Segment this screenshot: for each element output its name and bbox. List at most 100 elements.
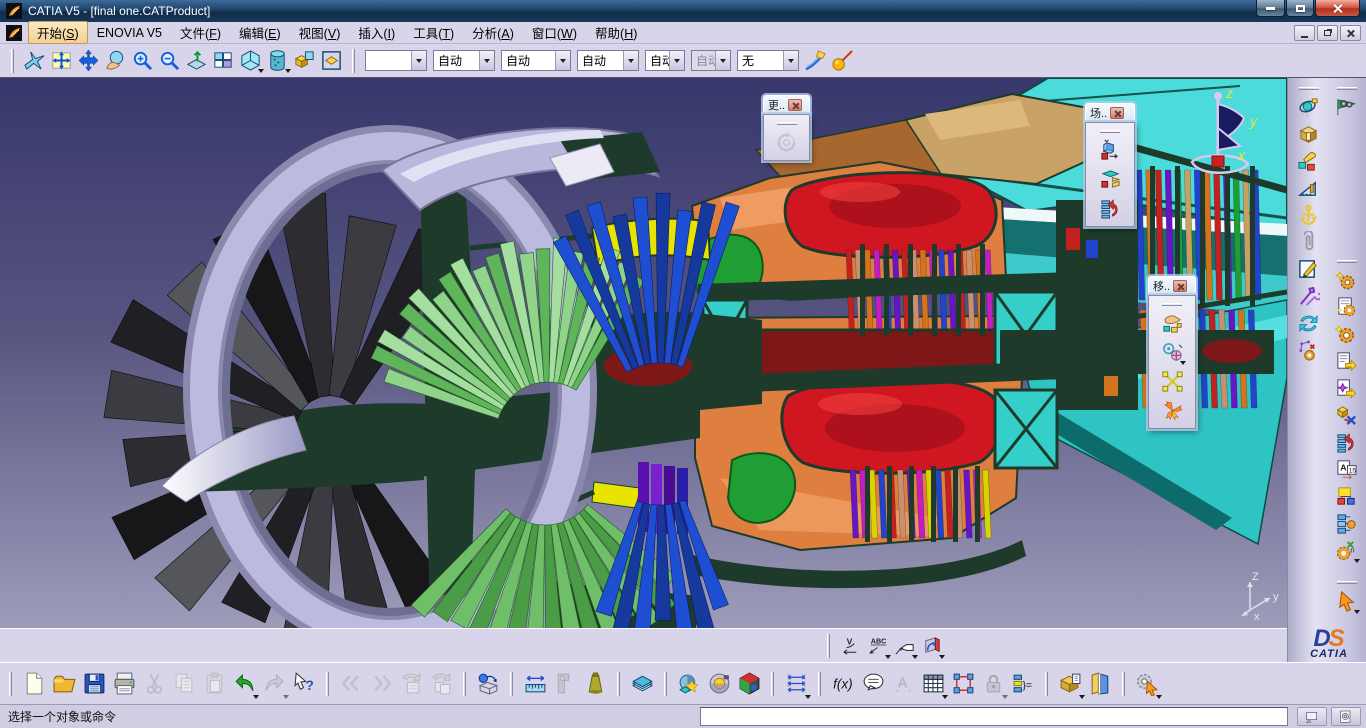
rotate-button[interactable] xyxy=(102,47,129,74)
power-input-button[interactable] xyxy=(1331,707,1361,726)
render-material-button[interactable] xyxy=(734,668,764,700)
tools-button[interactable] xyxy=(1295,283,1322,310)
lock-button[interactable] xyxy=(978,668,1008,700)
save-button[interactable] xyxy=(79,668,109,700)
diagram-button[interactable] xyxy=(948,668,978,700)
toolbar-grip[interactable] xyxy=(1299,87,1319,90)
move-toolbar-title[interactable]: 移.. xyxy=(1148,276,1196,295)
manipulation-button[interactable] xyxy=(1159,310,1186,337)
hide-show-button[interactable] xyxy=(291,47,318,74)
view-compass[interactable]: z y x xyxy=(1178,84,1268,184)
gears-flag-button[interactable] xyxy=(1333,94,1360,121)
scenes-toolbar-title[interactable]: 场.. xyxy=(1085,103,1135,122)
option-combo[interactable]: 自动 xyxy=(433,50,495,71)
option-combo[interactable]: 自动 xyxy=(501,50,571,71)
sectioning-button[interactable] xyxy=(918,633,945,660)
text-note-button[interactable]: ABC xyxy=(864,633,891,660)
gear-xn-button[interactable]: n xyxy=(1333,537,1360,564)
toolbar-grip[interactable] xyxy=(9,672,12,696)
toolbar-grip[interactable] xyxy=(1337,87,1357,90)
move-toolbar[interactable]: 移.. xyxy=(1148,276,1196,429)
dropdown-arrow-icon[interactable] xyxy=(805,695,811,699)
pan-button[interactable] xyxy=(75,47,102,74)
toolbar-grip[interactable] xyxy=(1045,672,1048,696)
command-input[interactable] xyxy=(700,707,1288,726)
copy-button[interactable] xyxy=(169,668,199,700)
close-button[interactable] xyxy=(1315,0,1360,17)
doc-restore-button[interactable] xyxy=(1317,25,1338,41)
option-combo[interactable]: 自动 xyxy=(691,50,731,71)
layers-button[interactable] xyxy=(627,668,657,700)
insert-existing-button[interactable] xyxy=(473,668,503,700)
toolbar-grip[interactable] xyxy=(664,672,667,696)
smart-move-button[interactable] xyxy=(1159,368,1186,395)
fly-mode-button[interactable] xyxy=(21,47,48,74)
option-combo[interactable]: 无 xyxy=(737,50,799,71)
menu-window[interactable]: 窗口(W) xyxy=(523,21,586,44)
catalog-button[interactable] xyxy=(1055,668,1085,700)
anchor-button[interactable] xyxy=(1295,202,1322,229)
menu-help[interactable]: 帮助(H) xyxy=(586,21,646,44)
update-toolbar[interactable]: 更.. xyxy=(763,95,810,161)
measure-between-button[interactable] xyxy=(520,668,550,700)
menu-enovia[interactable]: ENOVIA V5 xyxy=(88,24,171,42)
forward-button[interactable] xyxy=(366,668,396,700)
zoom-in-button[interactable] xyxy=(129,47,156,74)
measure-item-button[interactable] xyxy=(550,668,580,700)
new-document-button[interactable] xyxy=(19,668,49,700)
dropdown-arrow-icon[interactable] xyxy=(939,655,945,659)
chevron-down-icon[interactable] xyxy=(555,51,570,70)
toolbar-grip[interactable] xyxy=(1337,260,1357,263)
dropdown-arrow-icon[interactable] xyxy=(1354,610,1360,614)
update-toolbar-title[interactable]: 更.. xyxy=(763,95,810,114)
design-table-button[interactable] xyxy=(918,668,948,700)
wizard-button[interactable] xyxy=(829,47,856,74)
back-button[interactable] xyxy=(336,668,366,700)
scenes-toolbar[interactable]: 场.. xyxy=(1085,103,1135,227)
delete-component-button[interactable] xyxy=(1333,402,1360,429)
constraints-button[interactable] xyxy=(781,668,811,700)
doc-minimize-button[interactable] xyxy=(1294,25,1315,41)
option-combo[interactable]: 自动 xyxy=(645,50,685,71)
tool-blocks-button[interactable] xyxy=(1295,148,1322,175)
chart-org-button[interactable] xyxy=(1333,483,1360,510)
toolbar-grip[interactable] xyxy=(1122,672,1125,696)
reorder-list-button[interactable] xyxy=(1097,195,1124,222)
menu-start[interactable]: 开始(S) xyxy=(28,21,88,44)
shading-button[interactable] xyxy=(264,47,291,74)
close-button[interactable] xyxy=(788,99,802,111)
paste-view-button[interactable] xyxy=(426,668,456,700)
menu-edit[interactable]: 编辑(E) xyxy=(230,21,290,44)
zoom-out-button[interactable] xyxy=(156,47,183,74)
toolbar-grip[interactable] xyxy=(771,672,774,696)
undo-button[interactable] xyxy=(229,668,259,700)
fly-tool-button[interactable] xyxy=(1295,94,1322,121)
toolbar-grip[interactable] xyxy=(1337,581,1357,584)
formula-button[interactable]: f(x) xyxy=(828,668,858,700)
menu-insert[interactable]: 插入(I) xyxy=(349,21,404,44)
chevron-down-icon[interactable] xyxy=(669,51,684,70)
chevron-down-icon[interactable] xyxy=(715,51,730,70)
redo-button[interactable] xyxy=(259,668,289,700)
toolbar-grip[interactable] xyxy=(11,49,14,73)
open-button[interactable] xyxy=(49,668,79,700)
swap-visible-button[interactable] xyxy=(318,47,345,74)
toolbar-grip[interactable] xyxy=(510,672,513,696)
multi-view-button[interactable] xyxy=(210,47,237,74)
export-doc-button[interactable] xyxy=(1333,348,1360,375)
mass-properties-button[interactable] xyxy=(580,668,610,700)
welding-button[interactable]: V xyxy=(837,633,864,660)
text-gray-button[interactable]: A xyxy=(888,668,918,700)
dropdown-arrow-icon[interactable] xyxy=(1180,361,1186,365)
option-combo[interactable]: 自动 xyxy=(577,50,639,71)
flag-note-button[interactable] xyxy=(891,633,918,660)
dropdown-arrow-icon[interactable] xyxy=(1354,559,1360,563)
close-button[interactable] xyxy=(1110,107,1124,119)
close-button[interactable] xyxy=(1173,280,1187,292)
chevron-down-icon[interactable] xyxy=(479,51,494,70)
measure-angle-button[interactable] xyxy=(1295,175,1322,202)
chevron-down-icon[interactable] xyxy=(623,51,638,70)
toolbar-grip[interactable] xyxy=(827,634,830,658)
dialog-expand-button[interactable] xyxy=(1297,707,1327,726)
chart-flow-button[interactable] xyxy=(1333,510,1360,537)
